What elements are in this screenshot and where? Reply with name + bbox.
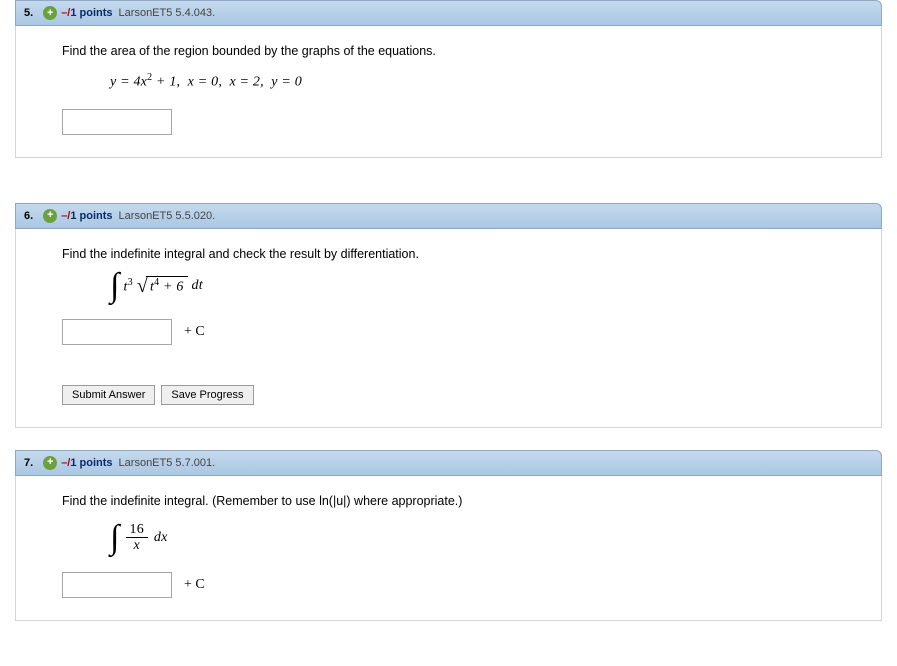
integral-display: ∫ t3 √ t4 + 6 dt [110, 275, 861, 301]
answer-input[interactable] [62, 109, 172, 135]
answer-input[interactable] [62, 572, 172, 598]
question-number: 6. [24, 210, 33, 222]
question-prompt: Find the indefinite integral and check t… [62, 247, 861, 261]
question-source: LarsonET5 5.7.001. [119, 457, 216, 469]
question-5: 5. + –/1 points LarsonET5 5.4.043. Find … [15, 0, 882, 158]
expand-icon[interactable]: + [43, 6, 57, 20]
differential: dt [192, 278, 203, 294]
plus-c-label: + C [184, 324, 205, 340]
expand-icon[interactable]: + [43, 209, 57, 223]
points-label: –/1 points [61, 7, 112, 19]
expand-icon[interactable]: + [43, 456, 57, 470]
plus-c-label: + C [184, 577, 205, 593]
question-prompt: Find the area of the region bounded by t… [62, 44, 861, 58]
save-progress-button[interactable]: Save Progress [161, 385, 253, 405]
question-body: Find the indefinite integral and check t… [15, 229, 882, 428]
differential: dx [154, 530, 168, 546]
button-row: Submit Answer Save Progress [62, 385, 861, 405]
integral-display: ∫ 16 x dx [110, 522, 861, 554]
integrand-prefix: t3 [124, 277, 133, 296]
integral-icon: ∫ [110, 528, 120, 548]
question-header: 6. + –/1 points LarsonET5 5.5.020. [15, 203, 882, 229]
points-label: –/1 points [61, 210, 112, 222]
numerator: 16 [126, 522, 148, 538]
fraction: 16 x [126, 522, 148, 554]
question-number: 7. [24, 457, 33, 469]
radicand: t4 + 6 [146, 276, 188, 296]
question-source: LarsonET5 5.4.043. [119, 7, 216, 19]
denominator: x [130, 538, 144, 553]
question-header: 7. + –/1 points LarsonET5 5.7.001. [15, 450, 882, 476]
integral-icon: ∫ [110, 276, 120, 296]
equation-display: y = 4x2 + 1, x = 0, x = 2, y = 0 [110, 72, 861, 91]
points-label: –/1 points [61, 457, 112, 469]
question-6: 6. + –/1 points LarsonET5 5.5.020. Find … [15, 203, 882, 428]
question-header: 5. + –/1 points LarsonET5 5.4.043. [15, 0, 882, 26]
question-body: Find the indefinite integral. (Remember … [15, 476, 882, 621]
question-prompt: Find the indefinite integral. (Remember … [62, 494, 861, 508]
question-body: Find the area of the region bounded by t… [15, 26, 882, 158]
submit-answer-button[interactable]: Submit Answer [62, 385, 155, 405]
question-number: 5. [24, 7, 33, 19]
sqrt-expression: √ t4 + 6 [137, 275, 188, 298]
answer-input[interactable] [62, 319, 172, 345]
question-source: LarsonET5 5.5.020. [119, 210, 216, 222]
question-7: 7. + –/1 points LarsonET5 5.7.001. Find … [15, 450, 882, 621]
